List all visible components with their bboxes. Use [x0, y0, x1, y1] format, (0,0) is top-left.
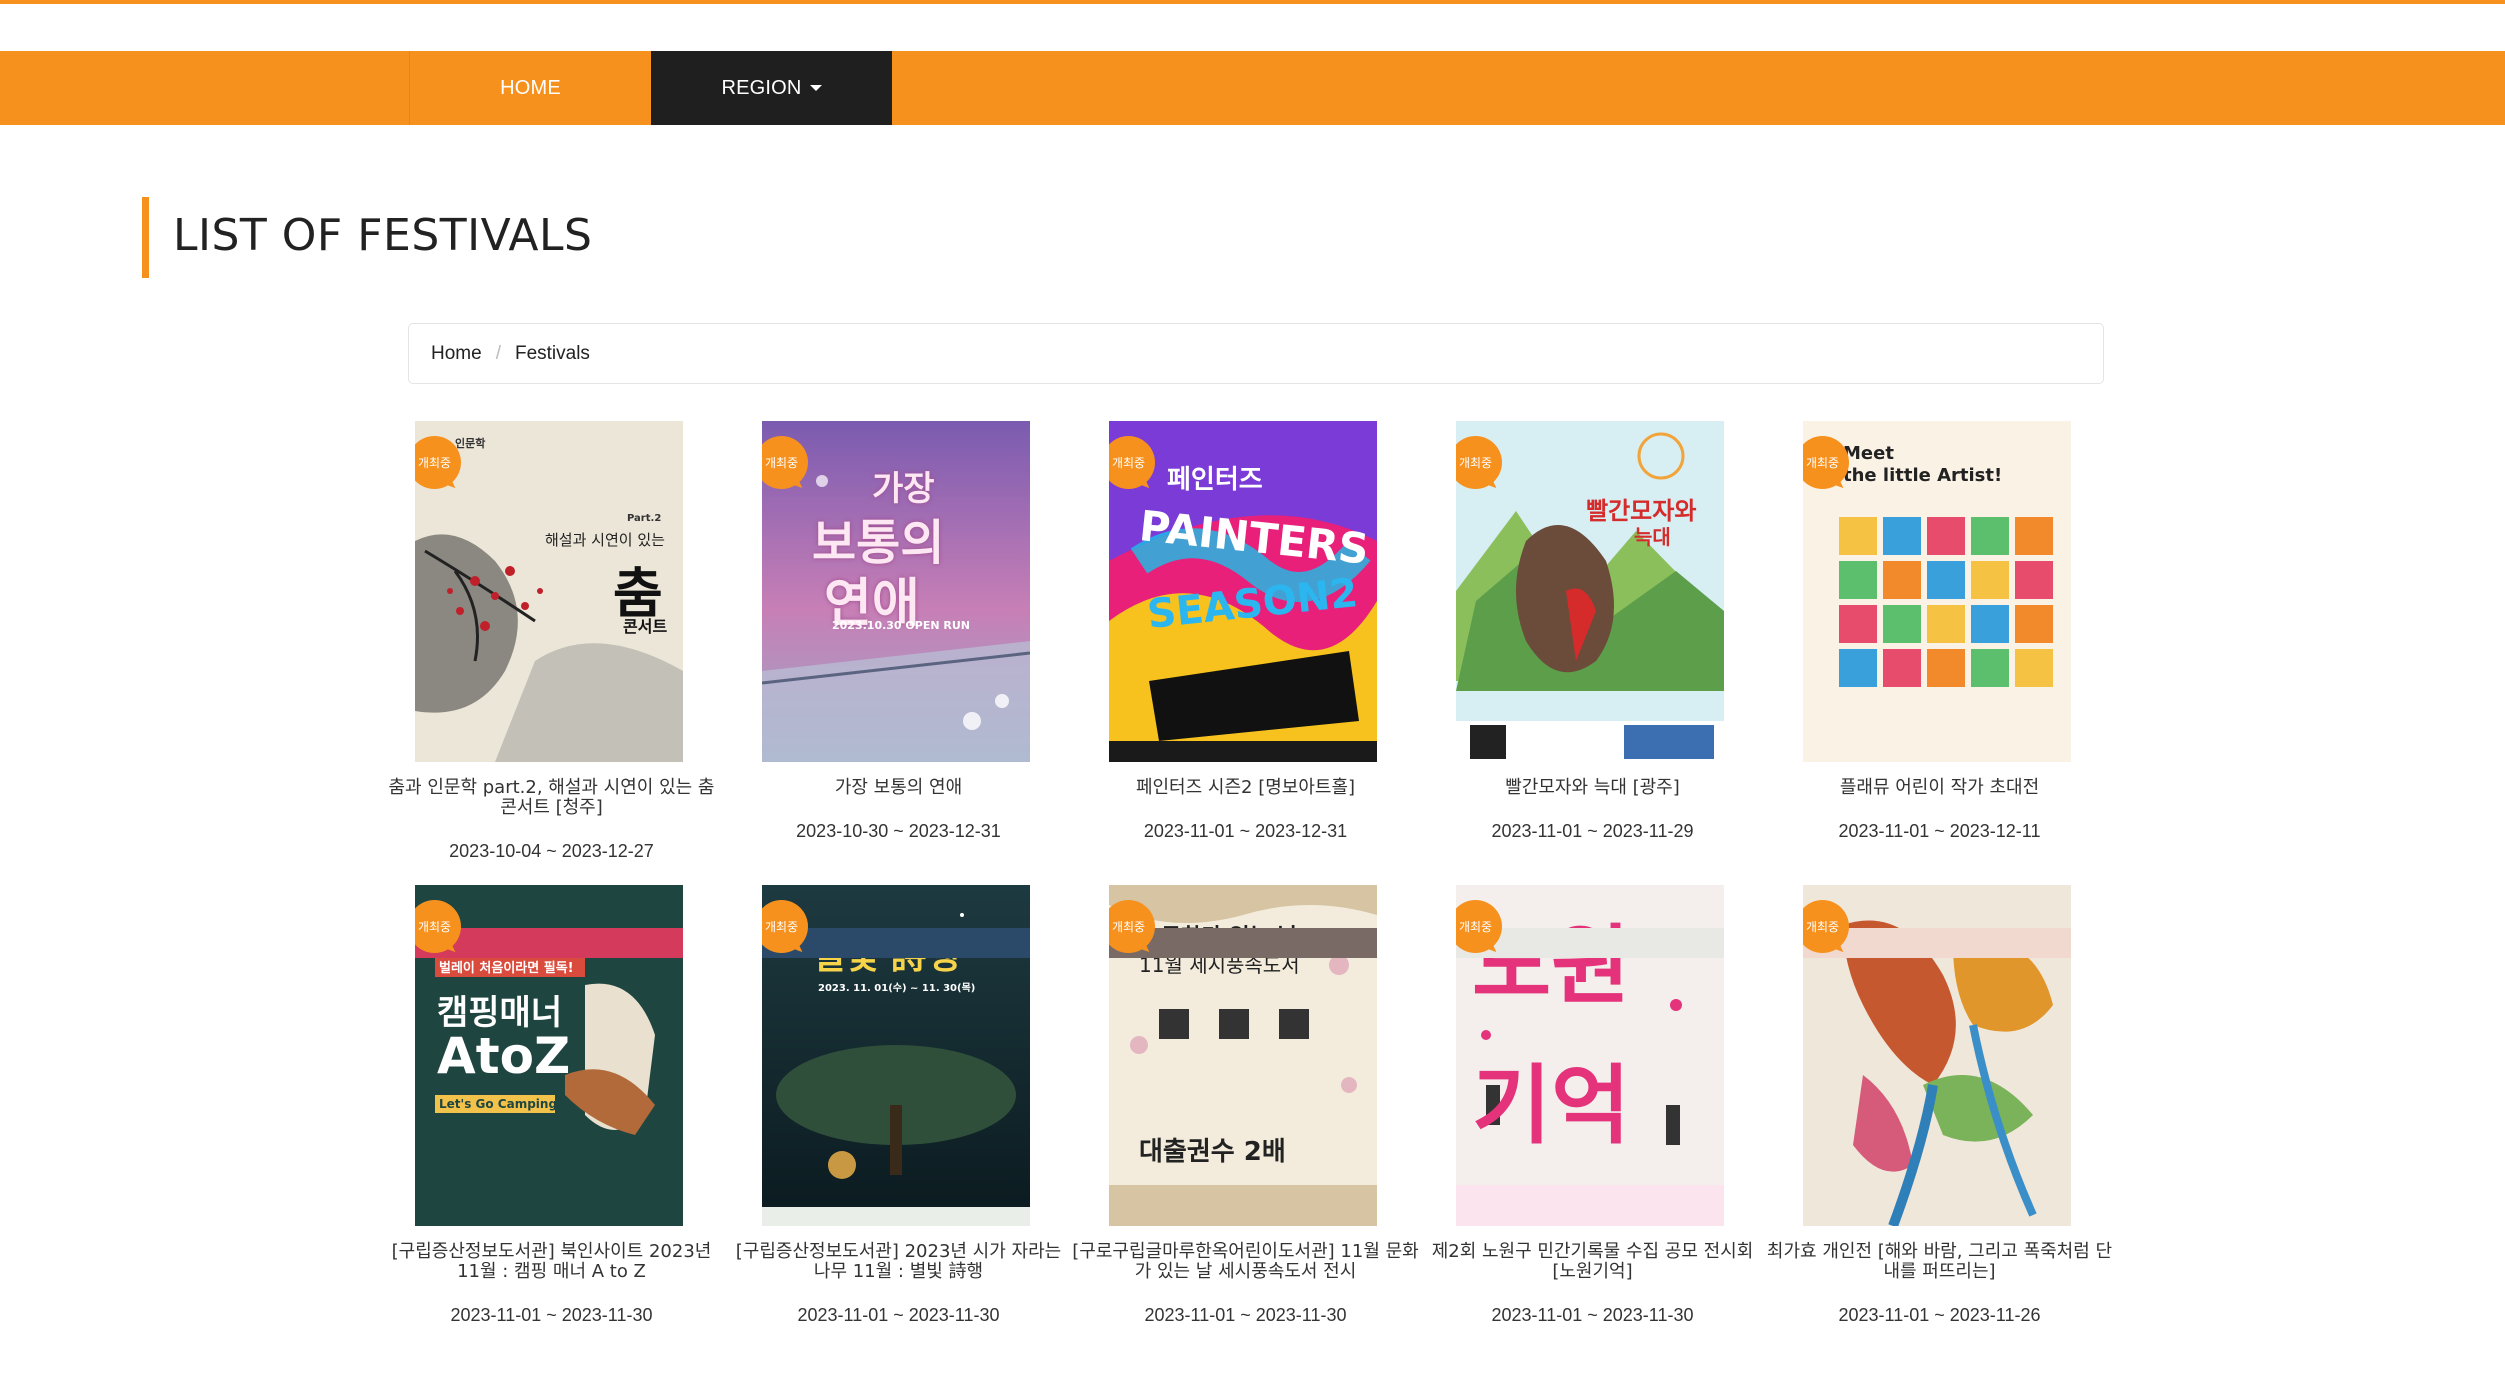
- status-badge: 개최중: [762, 436, 808, 489]
- poster-text: 인문학: [455, 437, 486, 450]
- festival-title[interactable]: 가장 보통의 연애: [725, 778, 1072, 798]
- festival-date: 2023-11-01 ~ 2023-11-29: [1491, 821, 1694, 841]
- status-badge: 개최중: [1456, 900, 1502, 953]
- poster-text: 페인터즈: [1167, 465, 1263, 495]
- festival-date: 2023-11-01 ~ 2023-12-11: [1838, 821, 2041, 841]
- poster-text: the little Artist!: [1843, 465, 2003, 486]
- top-accent-line: [0, 0, 2505, 4]
- status-badge: 개최중: [1109, 900, 1155, 953]
- poster-text: 콘서트: [623, 617, 668, 636]
- status-badge: 개최중: [762, 900, 808, 953]
- festival-date: 2023-11-01 ~ 2023-11-26: [1838, 1305, 2041, 1325]
- caret-down-icon: [809, 85, 822, 91]
- festival-date: 2023-11-01 ~ 2023-11-30: [450, 1305, 653, 1325]
- nav-region-dropdown[interactable]: REGION: [651, 51, 892, 125]
- poster-text: 해설과 시연이 있는: [545, 531, 665, 549]
- nav-region-label: REGION: [721, 76, 802, 99]
- poster-text: 대출권수 2배: [1139, 1137, 1286, 1167]
- page-title-accent: [142, 197, 149, 278]
- status-badge: 개최중: [415, 900, 461, 953]
- festival-poster[interactable]: Meet the little Artist! 개최중: [1803, 421, 2071, 762]
- status-badge: 개최중: [1456, 436, 1502, 489]
- festival-title[interactable]: [구로구립글마루한옥어린이도서관] 11월 문화가 있는 날 세시풍속도서 전시: [1072, 1242, 1419, 1282]
- poster-text: 2023. 11. 01(수) ~ 11. 30(목): [818, 983, 976, 994]
- festival-title[interactable]: [구립증산정보도서관] 북인사이트 2023년 11월 : 캠핑 매너 A to…: [378, 1242, 725, 1282]
- poster-text: Let's Go Camping!: [439, 1097, 563, 1111]
- breadcrumb-current: Festivals: [514, 342, 590, 364]
- festival-title[interactable]: 춤과 인문학 part.2, 해설과 시연이 있는 춤 콘서트 [청주]: [378, 778, 725, 818]
- status-badge: 개최중: [415, 436, 461, 489]
- festival-date: 2023-11-01 ~ 2023-11-30: [1144, 1305, 1347, 1325]
- breadcrumb-separator: /: [495, 342, 501, 364]
- festival-poster[interactable]: 빨간모자와 늑대 개최중: [1456, 421, 1724, 762]
- festival-date: 2023-11-01 ~ 2023-12-31: [1143, 821, 1348, 841]
- nav-home[interactable]: HOME: [409, 51, 651, 125]
- status-badge: 개최중: [1803, 900, 1849, 953]
- breadcrumb: Home / Festivals: [408, 323, 2104, 384]
- poster-text: Meet: [1843, 443, 1894, 464]
- festival-date: 2023-10-04 ~ 2023-12-27: [449, 841, 654, 861]
- poster-text: 늑대: [1634, 525, 1671, 549]
- festival-date: 2023-10-30 ~ 2023-12-31: [796, 821, 1001, 841]
- festival-poster[interactable]: 페인터즈 PAINTERS SEASON2 개최중: [1109, 421, 1377, 762]
- festival-poster[interactable]: 인문학 Part.2 해설과 시연이 있는 춤 콘서트 개최중: [415, 421, 683, 762]
- festival-title[interactable]: 빨간모자와 늑대 [광주]: [1419, 778, 1766, 798]
- breadcrumb-home-link[interactable]: Home: [431, 343, 482, 365]
- poster-text: 기억: [1472, 1056, 1631, 1156]
- festival-title[interactable]: [구립증산정보도서관] 2023년 시가 자라는 나무 11월 : 별빛 詩행: [725, 1242, 1072, 1282]
- poster-text: 2023.10.30 OPEN RUN: [832, 619, 970, 632]
- festival-title[interactable]: 플래뮤 어린이 작가 초대전: [1766, 778, 2113, 798]
- page-title: LIST OF FESTIVALS: [173, 210, 593, 261]
- festival-title[interactable]: 제2회 노원구 민간기록물 수집 공모 전시회 [노원기억]: [1419, 1242, 1766, 1282]
- festival-title[interactable]: 페인터즈 시즌2 [명보아트홀]: [1072, 778, 1419, 798]
- festival-title[interactable]: 최가효 개인전 [해와 바람, 그리고 폭죽처럼 단내를 퍼뜨리는]: [1766, 1242, 2113, 1282]
- main-navbar: HOME REGION: [0, 51, 2505, 125]
- festival-date: 2023-11-01 ~ 2023-11-30: [797, 1305, 1000, 1325]
- status-badge: 개최중: [1803, 436, 1849, 489]
- poster-text: Part.2: [627, 513, 662, 524]
- festival-poster[interactable]: 가장 보통의 연애 2023.10.30 OPEN RUN 개최중: [762, 421, 1030, 762]
- poster-text: AtoZ: [437, 1027, 571, 1085]
- festival-date: 2023-11-01 ~ 2023-11-30: [1491, 1305, 1694, 1325]
- status-badge: 개최중: [1109, 436, 1155, 489]
- nav-home-label: HOME: [500, 76, 561, 99]
